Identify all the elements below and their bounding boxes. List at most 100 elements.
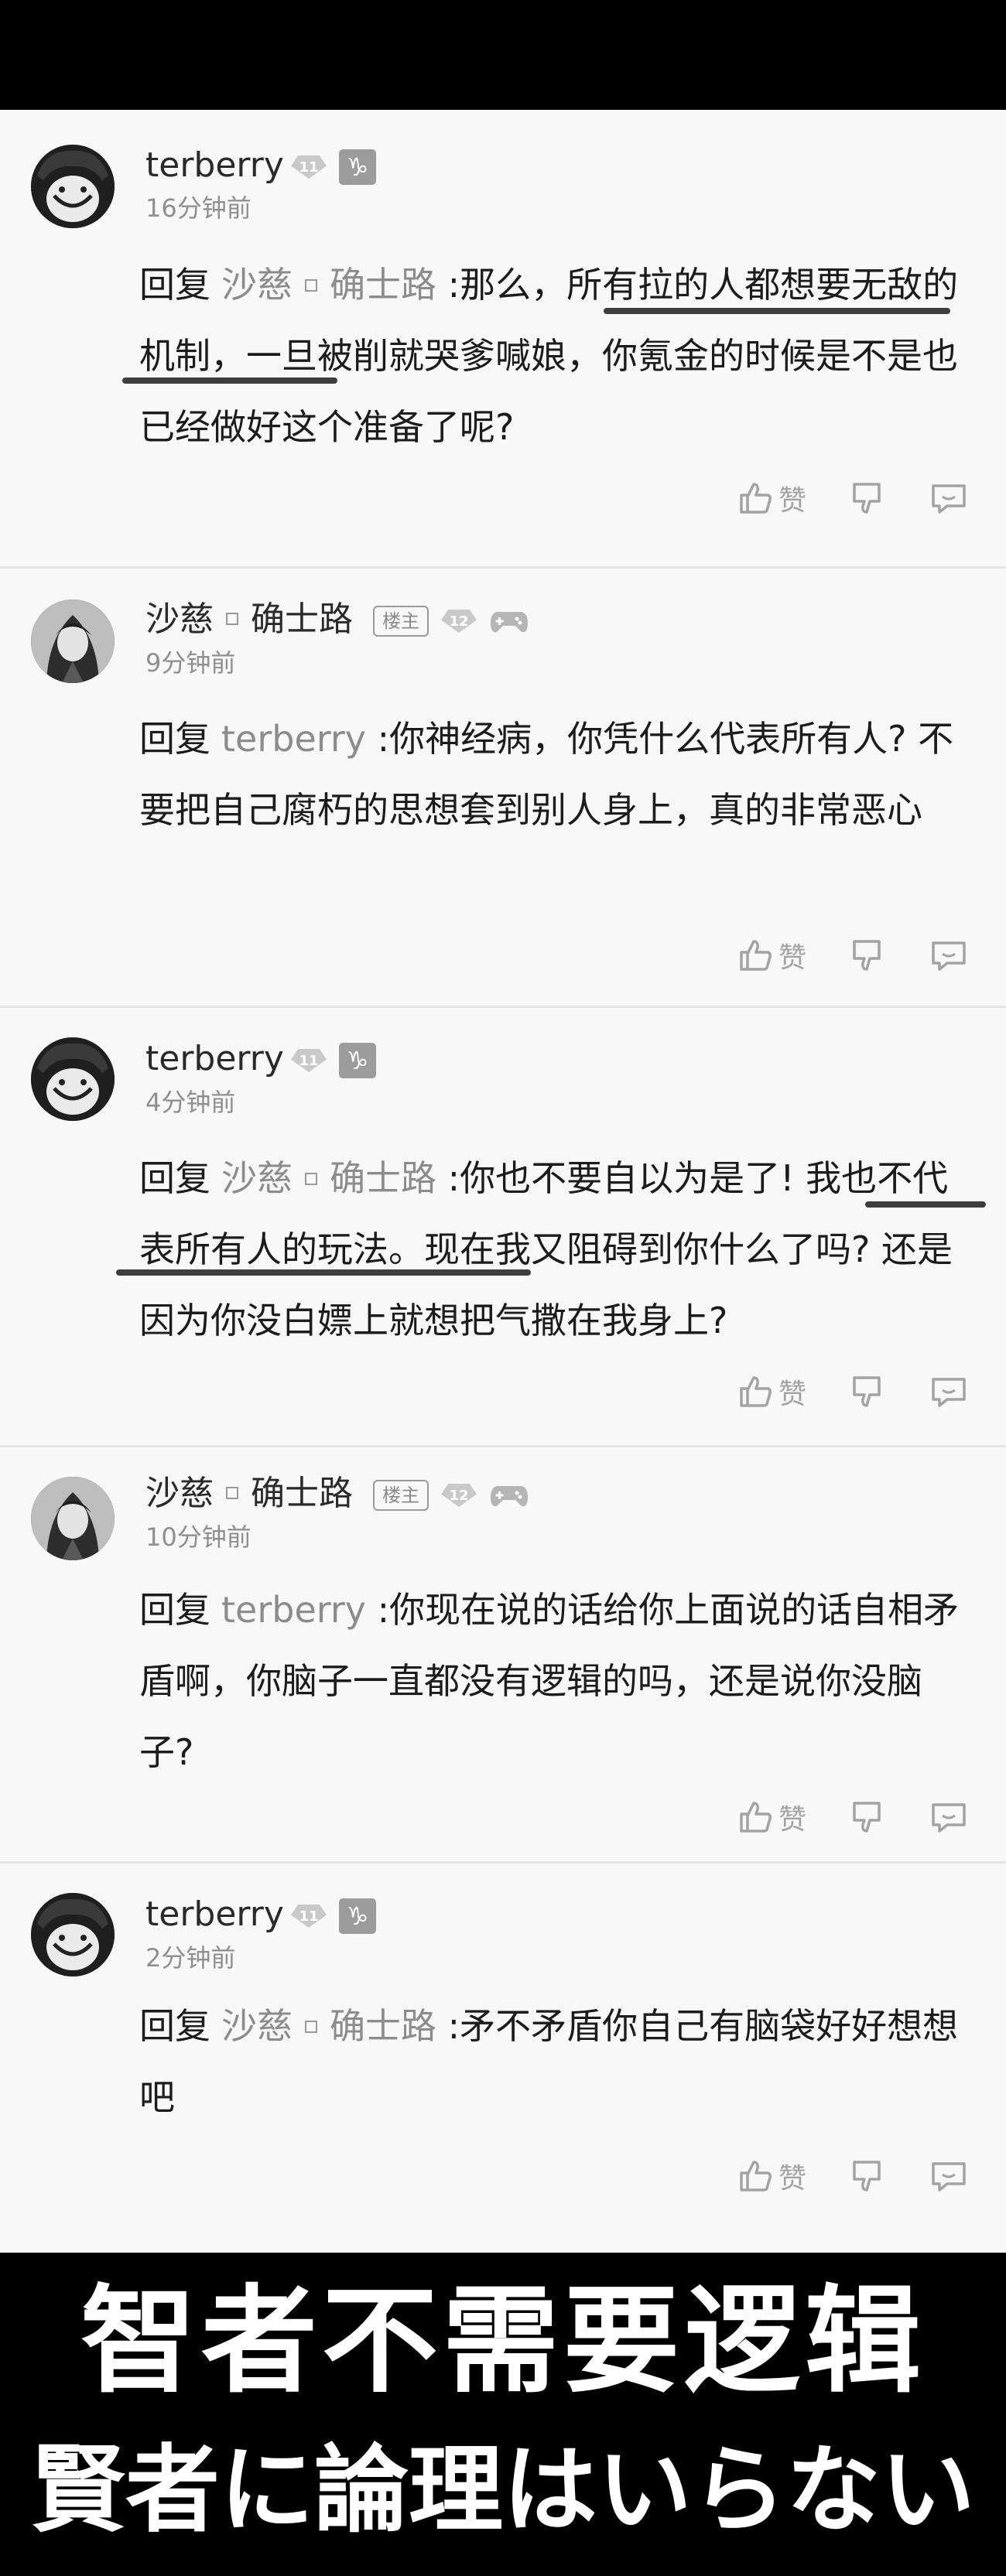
dislike-button[interactable] (848, 480, 885, 517)
reply-word: 回复 (139, 1157, 210, 1199)
separator-dot-icon (305, 1172, 317, 1185)
level-badge: 11 (291, 155, 327, 179)
reply-word: 回复 (139, 264, 210, 306)
comment-text: 回复 terberry :你现在说的话给你上面说的话自相矛盾啊，你脑子一直都没有逻… (139, 1574, 975, 1788)
username[interactable]: terberry (145, 142, 284, 189)
reply-button[interactable] (929, 1799, 969, 1836)
timestamp: 10分钟前 (145, 1522, 252, 1552)
user-badges: 11 ♑ (291, 147, 376, 187)
timestamp: 9分钟前 (145, 648, 236, 678)
reply-word: 回复 (139, 1589, 210, 1631)
comment-bubble-icon (932, 941, 966, 971)
comment-bubble-icon (932, 484, 966, 514)
reply-button[interactable] (929, 2157, 969, 2195)
highlight-underline (122, 378, 337, 384)
comment-actions: 赞 (644, 2153, 969, 2199)
avatar[interactable] (31, 1037, 115, 1121)
dislike-button[interactable] (848, 1799, 885, 1836)
reply-button[interactable] (929, 480, 969, 517)
capricorn-icon: ♑ (339, 1043, 376, 1078)
thumbs-up-icon (740, 2161, 772, 2192)
user-badges: 楼主 12 (373, 1475, 529, 1515)
gamepad-icon (489, 1480, 529, 1511)
comment-bubble-icon (932, 2162, 966, 2192)
mention-link[interactable]: terberry (221, 718, 366, 760)
owner-tag: 楼主 (373, 606, 429, 637)
caption-chinese: 智者不需要逻辑 (80, 2274, 926, 2409)
username[interactable]: terberry (145, 1036, 284, 1082)
comment-item: 沙慈 确士路 楼主 12 10分钟前 回复 terberry :你现在说的话给你上面… (0, 1447, 1006, 1861)
owner-tag: 楼主 (373, 1480, 429, 1511)
mention-link[interactable]: 沙慈 确士路 (221, 264, 436, 306)
dislike-button[interactable] (848, 1373, 885, 1410)
username[interactable]: terberry (145, 1891, 284, 1938)
mention-link[interactable]: 沙慈 确士路 (221, 1157, 436, 1199)
comment-text: 回复 沙慈 确士路 :那么，所有拉的人都想要无敌的机制，一旦被削就哭爹喊娘，你氪金的… (139, 249, 975, 463)
reply-word: 回复 (139, 2005, 210, 2047)
caption-banner: 智者不需要逻辑 賢者に論理はいらない (0, 2253, 1006, 2576)
separator-dot-icon (226, 613, 238, 625)
like-button[interactable]: 赞 (737, 1372, 806, 1412)
level-badge: 11 (291, 1049, 327, 1072)
separator-dot-icon (305, 2020, 317, 2033)
comment-actions: 赞 (644, 1794, 969, 1840)
thumbs-up-icon (740, 940, 772, 971)
comment-text: 回复 沙慈 确士路 :矛不矛盾你自己有脑袋好好想想吧 (139, 1990, 975, 2133)
capricorn-icon: ♑ (339, 149, 376, 185)
username[interactable]: 沙慈 确士路 (145, 1471, 353, 1517)
username[interactable]: 沙慈 确士路 (145, 596, 353, 643)
level-badge: 12 (441, 610, 477, 633)
thumbs-down-icon (853, 1376, 881, 1407)
thumbs-down-icon (853, 2161, 881, 2192)
avatar[interactable] (31, 145, 115, 228)
comment-item: terberry 11 ♑ 4分钟前 回复 沙慈 确士路 :你也不要自以为是了! 我… (0, 1008, 1006, 1445)
gamepad-icon (489, 606, 529, 637)
top-black-bar (0, 0, 1006, 110)
highlight-underline (604, 308, 950, 314)
comment-text: 回复 terberry :你神经病，你凭什么代表所有人? 不要把自己腐朽的思想套到… (139, 703, 975, 846)
separator-dot-icon (226, 1487, 238, 1499)
like-button[interactable]: 赞 (737, 478, 806, 518)
capricorn-icon: ♑ (339, 1898, 376, 1934)
comment-actions: 赞 (644, 475, 969, 521)
thumbs-down-icon (853, 1802, 881, 1833)
mention-link[interactable]: terberry (221, 1589, 366, 1631)
level-badge: 12 (441, 1484, 477, 1507)
avatar[interactable] (31, 1893, 115, 1976)
like-button[interactable]: 赞 (737, 935, 806, 975)
comment-bubble-icon (932, 1803, 966, 1833)
user-badges: 11 ♑ (291, 1896, 376, 1936)
reply-button[interactable] (929, 1373, 969, 1410)
thumbs-down-icon (853, 940, 881, 971)
highlight-underline (116, 1269, 531, 1276)
dislike-button[interactable] (848, 2157, 885, 2195)
level-badge: 11 (291, 1905, 327, 1928)
thumbs-down-icon (853, 483, 881, 514)
avatar[interactable] (31, 1477, 115, 1560)
comment-item: terberry 11 ♑ 2分钟前 回复 沙慈 确士路 :矛不矛盾你自己有脑袋好好… (0, 1864, 1006, 2253)
highlight-underline (865, 1201, 986, 1208)
mention-link[interactable]: 沙慈 确士路 (221, 2005, 436, 2047)
comment-actions: 赞 (644, 932, 969, 979)
timestamp: 16分钟前 (145, 193, 252, 223)
reply-word: 回复 (139, 718, 210, 760)
user-badges: 11 ♑ (291, 1040, 376, 1081)
comment-bubble-icon (932, 1378, 966, 1407)
like-button[interactable]: 赞 (737, 1797, 806, 1837)
avatar[interactable] (31, 600, 115, 683)
thumbs-up-icon (740, 483, 772, 514)
comment-item: terberry 11 ♑ 16分钟前 回复 沙慈 确士路 :那么，所有拉的人都想要… (0, 110, 1006, 566)
separator-dot-icon (305, 278, 317, 292)
caption-japanese: 賢者に論理はいらない (31, 2435, 975, 2545)
comment-text: 回复 沙慈 确士路 :你也不要自以为是了! 我也不代表所有人的玩法。现在我又阻碍到你… (139, 1143, 975, 1356)
comment-actions: 赞 (644, 1368, 969, 1415)
comment-item: 沙慈 确士路 楼主 12 9分钟前 回复 terberry :你神经病，你凭什么代表… (0, 569, 1006, 1006)
user-badges: 楼主 12 (373, 601, 529, 641)
reply-button[interactable] (929, 937, 969, 974)
like-button[interactable]: 赞 (737, 2156, 806, 2196)
timestamp: 4分钟前 (145, 1088, 236, 1117)
thumbs-up-icon (740, 1376, 772, 1407)
timestamp: 2分钟前 (145, 1943, 236, 1973)
dislike-button[interactable] (848, 937, 885, 974)
thumbs-up-icon (740, 1802, 772, 1833)
